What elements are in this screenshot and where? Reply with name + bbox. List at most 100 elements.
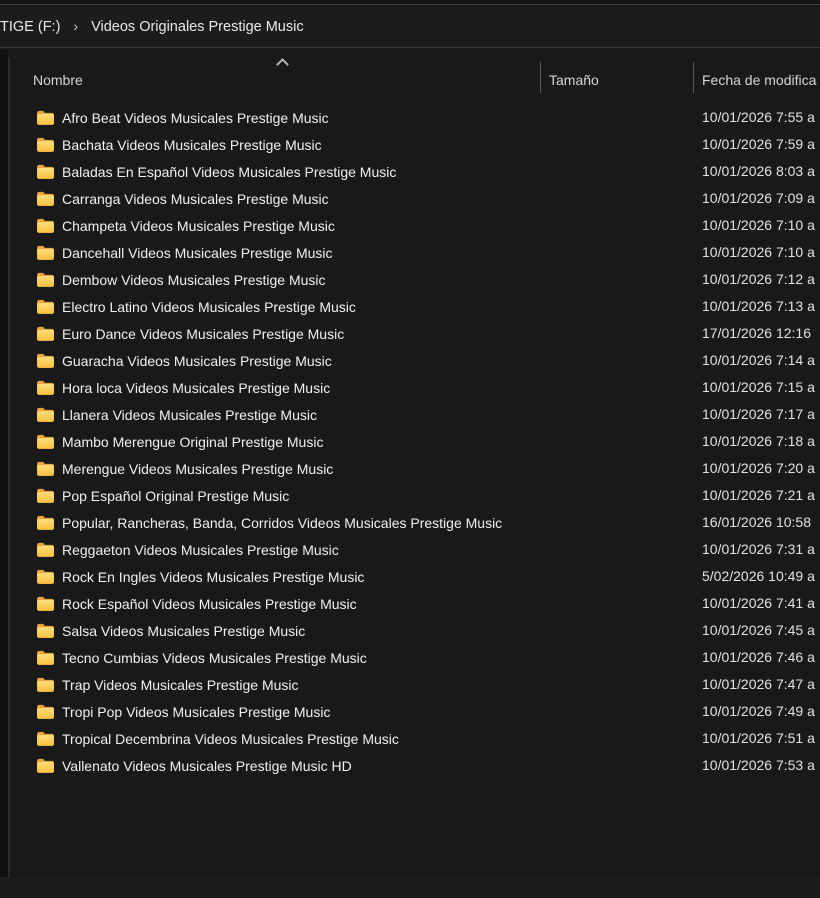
file-date-modified: 10/01/2026 7:59 a (702, 136, 815, 152)
folder-icon (36, 704, 55, 719)
file-row[interactable]: Rock Español Videos Musicales Prestige M… (10, 590, 820, 617)
folder-icon (36, 731, 55, 746)
file-name: Vallenato Videos Musicales Prestige Musi… (62, 757, 352, 774)
file-name: Guaracha Videos Musicales Prestige Music (62, 352, 332, 369)
left-gutter (0, 49, 8, 877)
file-row[interactable]: Dancehall Videos Musicales Prestige Musi… (10, 239, 820, 266)
file-row[interactable]: Mambo Merengue Original Prestige Music 1… (10, 428, 820, 455)
folder-icon (36, 623, 55, 638)
folder-icon (36, 461, 55, 476)
folder-icon (36, 407, 55, 422)
file-row[interactable]: Popular, Rancheras, Banda, Corridos Vide… (10, 509, 820, 536)
file-date-modified: 10/01/2026 7:10 a (702, 217, 815, 233)
file-name: Champeta Videos Musicales Prestige Music (62, 217, 335, 234)
file-date-modified: 16/01/2026 10:58 (702, 514, 811, 530)
file-row[interactable]: Dembow Videos Musicales Prestige Music 1… (10, 266, 820, 293)
breadcrumb: TIGE (F:) › Videos Originales Prestige M… (0, 6, 820, 48)
folder-icon (36, 191, 55, 206)
file-date-modified: 10/01/2026 7:10 a (702, 244, 815, 260)
file-row[interactable]: Guaracha Videos Musicales Prestige Music… (10, 347, 820, 374)
column-header-date-modified[interactable]: Fecha de modifica (702, 72, 820, 88)
file-date-modified: 10/01/2026 8:03 a (702, 163, 815, 179)
folder-icon (36, 380, 55, 395)
file-date-modified: 10/01/2026 7:21 a (702, 487, 815, 503)
column-header-name[interactable]: Nombre (33, 72, 83, 88)
breadcrumb-current-folder[interactable]: Videos Originales Prestige Music (91, 19, 304, 35)
file-name: Electro Latino Videos Musicales Prestige… (62, 298, 356, 315)
file-name: Baladas En Español Videos Musicales Pres… (62, 163, 397, 180)
file-name: Dancehall Videos Musicales Prestige Musi… (62, 244, 333, 261)
file-date-modified: 10/01/2026 7:18 a (702, 433, 815, 449)
file-row[interactable]: Pop Español Original Prestige Music 10/0… (10, 482, 820, 509)
breadcrumb-chevron-icon[interactable]: › (73, 18, 78, 34)
file-date-modified: 10/01/2026 7:09 a (702, 190, 815, 206)
file-date-modified: 10/01/2026 7:15 a (702, 379, 815, 395)
folder-icon (36, 488, 55, 503)
breadcrumb-drive[interactable]: TIGE (F:) (0, 19, 60, 35)
file-list-panel: Nombre Tamaño Fecha de modifica Afro Bea… (0, 49, 820, 877)
file-explorer-window: TIGE (F:) › Videos Originales Prestige M… (0, 0, 820, 898)
file-name: Dembow Videos Musicales Prestige Music (62, 271, 326, 288)
file-date-modified: 10/01/2026 7:31 a (702, 541, 815, 557)
file-row[interactable]: Vallenato Videos Musicales Prestige Musi… (10, 752, 820, 779)
file-name: Carranga Videos Musicales Prestige Music (62, 190, 329, 207)
file-name: Salsa Videos Musicales Prestige Music (62, 622, 306, 639)
file-row[interactable]: Afro Beat Videos Musicales Prestige Musi… (10, 104, 820, 131)
file-list: Afro Beat Videos Musicales Prestige Musi… (10, 104, 820, 779)
folder-icon (36, 758, 55, 773)
file-date-modified: 10/01/2026 7:14 a (702, 352, 815, 368)
file-name: Tropi Pop Videos Musicales Prestige Musi… (62, 703, 331, 720)
folder-icon (36, 272, 55, 287)
window-bottom-strip (0, 877, 820, 898)
folder-icon (36, 650, 55, 665)
file-row[interactable]: Euro Dance Videos Musicales Prestige Mus… (10, 320, 820, 347)
file-date-modified: 10/01/2026 7:13 a (702, 298, 815, 314)
file-name: Llanera Videos Musicales Prestige Music (62, 406, 317, 423)
folder-icon (36, 245, 55, 260)
file-row[interactable]: Champeta Videos Musicales Prestige Music… (10, 212, 820, 239)
file-row[interactable]: Tropical Decembrina Videos Musicales Pre… (10, 725, 820, 752)
file-name: Euro Dance Videos Musicales Prestige Mus… (62, 325, 345, 342)
file-name: Tropical Decembrina Videos Musicales Pre… (62, 730, 399, 747)
file-name: Pop Español Original Prestige Music (62, 487, 290, 504)
column-resize-handle[interactable] (540, 62, 541, 93)
file-row[interactable]: Hora loca Videos Musicales Prestige Musi… (10, 374, 820, 401)
sort-ascending-icon (276, 58, 289, 71)
file-date-modified: 10/01/2026 7:53 a (702, 757, 815, 773)
folder-icon (36, 218, 55, 233)
file-row[interactable]: Trap Videos Musicales Prestige Music 10/… (10, 671, 820, 698)
folder-icon (36, 110, 55, 125)
file-row[interactable]: Baladas En Español Videos Musicales Pres… (10, 158, 820, 185)
file-name: Mambo Merengue Original Prestige Music (62, 433, 324, 450)
folder-icon (36, 326, 55, 341)
file-name: Tecno Cumbias Videos Musicales Prestige … (62, 649, 367, 666)
file-row[interactable]: Rock En Ingles Videos Musicales Prestige… (10, 563, 820, 590)
file-name: Bachata Videos Musicales Prestige Music (62, 136, 322, 153)
column-resize-handle[interactable] (693, 62, 694, 93)
folder-icon (36, 515, 55, 530)
file-name: Reggaeton Videos Musicales Prestige Musi… (62, 541, 339, 558)
file-date-modified: 17/01/2026 12:16 (702, 325, 811, 341)
file-row[interactable]: Llanera Videos Musicales Prestige Music … (10, 401, 820, 428)
file-date-modified: 10/01/2026 7:47 a (702, 676, 815, 692)
file-row[interactable]: Tecno Cumbias Videos Musicales Prestige … (10, 644, 820, 671)
file-row[interactable]: Merengue Videos Musicales Prestige Music… (10, 455, 820, 482)
column-header-size[interactable]: Tamaño (549, 72, 599, 88)
folder-icon (36, 353, 55, 368)
file-row[interactable]: Tropi Pop Videos Musicales Prestige Musi… (10, 698, 820, 725)
window-top-strip (0, 0, 820, 5)
file-name: Popular, Rancheras, Banda, Corridos Vide… (62, 514, 503, 531)
file-row[interactable]: Reggaeton Videos Musicales Prestige Musi… (10, 536, 820, 563)
file-row[interactable]: Salsa Videos Musicales Prestige Music 10… (10, 617, 820, 644)
file-date-modified: 10/01/2026 7:12 a (702, 271, 815, 287)
file-row[interactable]: Carranga Videos Musicales Prestige Music… (10, 185, 820, 212)
file-row[interactable]: Electro Latino Videos Musicales Prestige… (10, 293, 820, 320)
file-name: Hora loca Videos Musicales Prestige Musi… (62, 379, 331, 396)
file-row[interactable]: Bachata Videos Musicales Prestige Music … (10, 131, 820, 158)
folder-icon (36, 677, 55, 692)
folder-icon (36, 299, 55, 314)
folder-icon (36, 434, 55, 449)
file-date-modified: 10/01/2026 7:46 a (702, 649, 815, 665)
file-date-modified: 10/01/2026 7:17 a (702, 406, 815, 422)
folder-icon (36, 137, 55, 152)
